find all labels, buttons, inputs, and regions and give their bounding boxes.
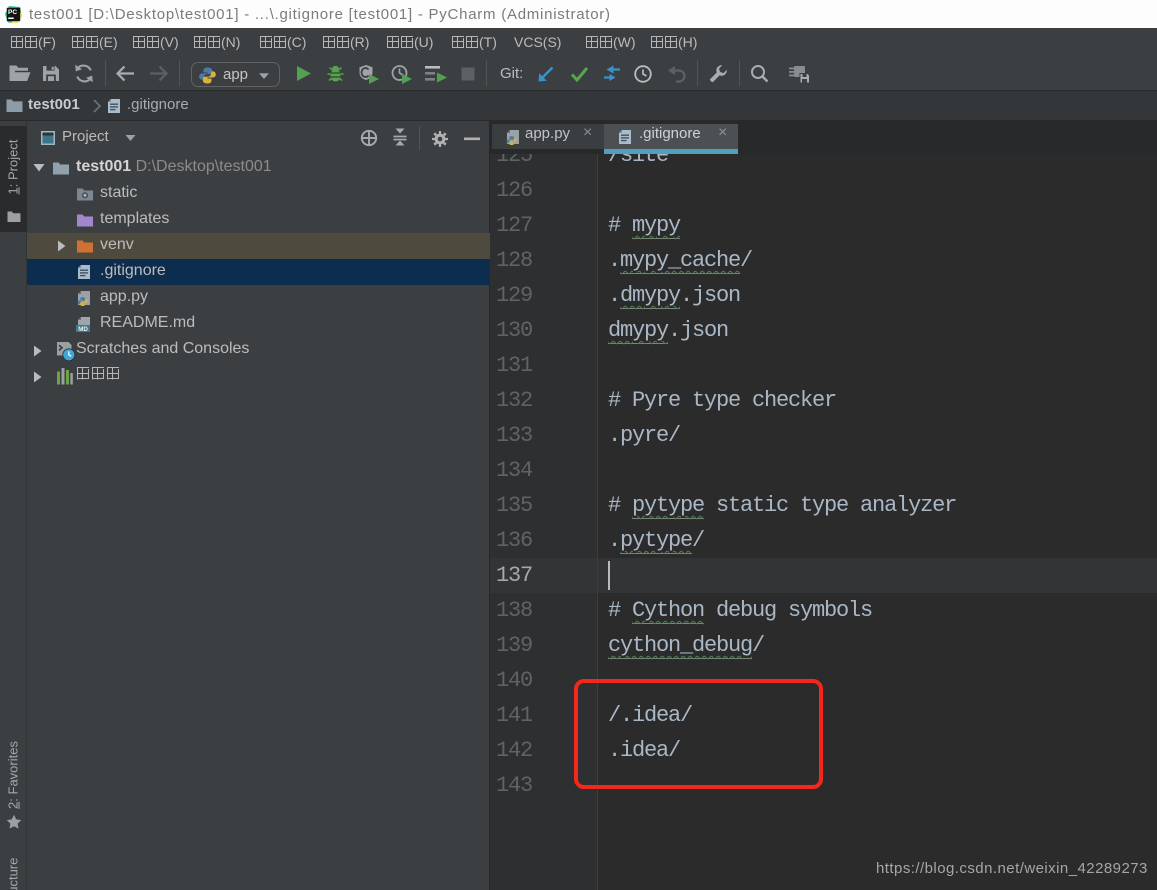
svg-text:PC: PC <box>8 9 17 16</box>
svg-text:MD: MD <box>78 326 88 332</box>
